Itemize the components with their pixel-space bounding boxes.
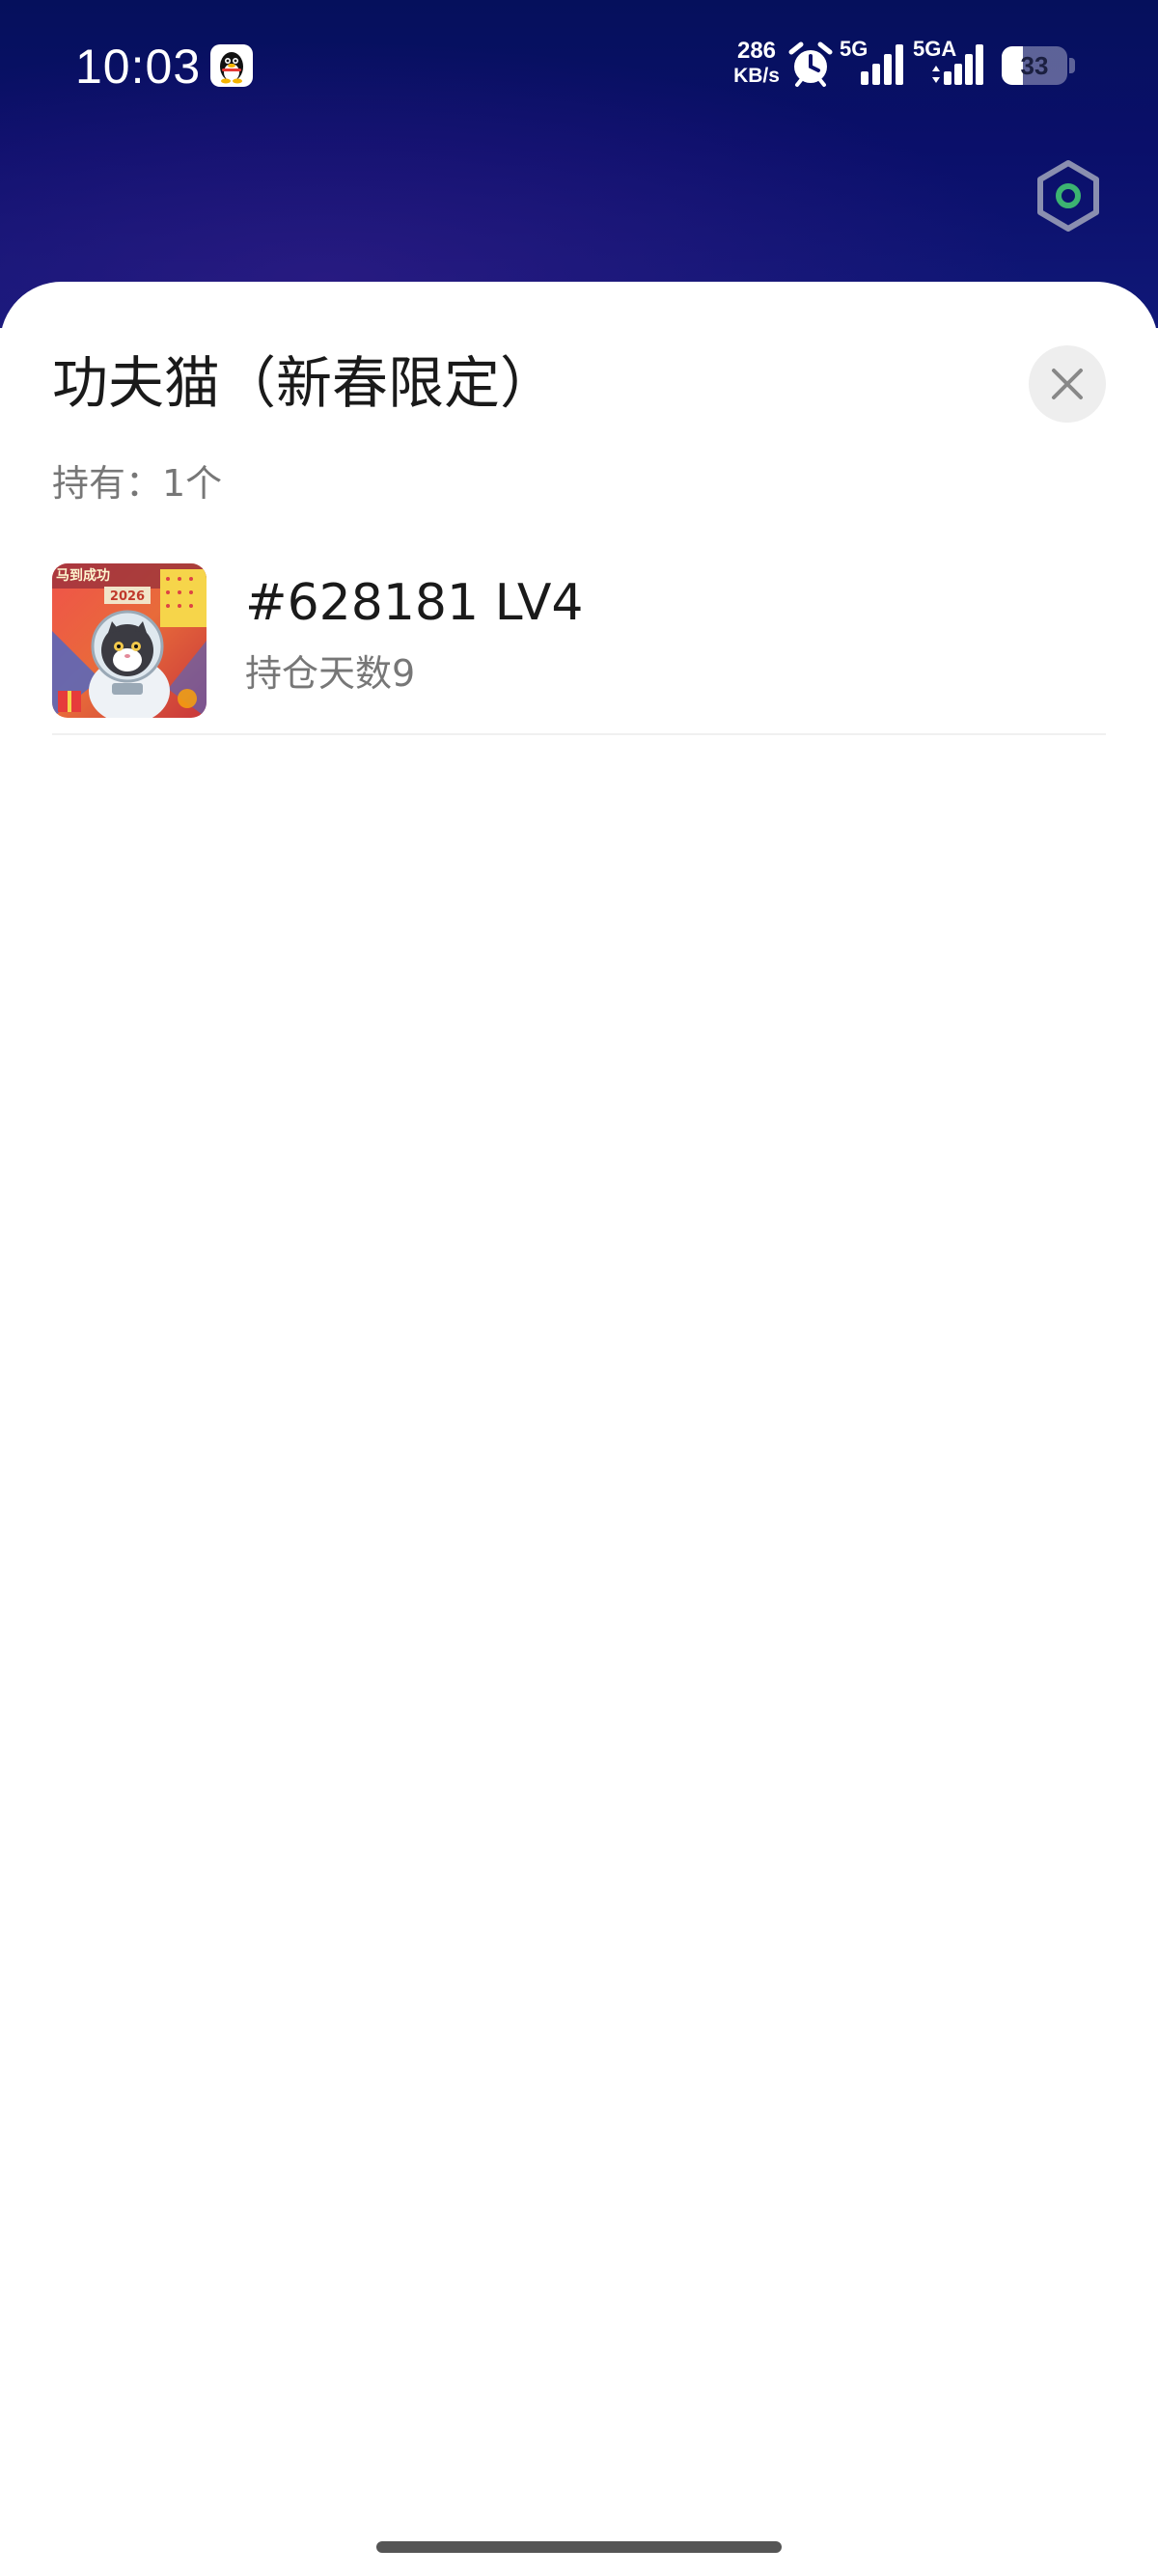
item-hold-days: 持仓天数9 <box>245 652 416 695</box>
battery-percent: 33 <box>1020 51 1049 80</box>
network-speed: 286 KB/s <box>726 39 787 89</box>
astronaut-cat-image: 2026 马到成功 <box>52 563 207 718</box>
status-time: 10:03 <box>75 40 202 94</box>
list-item[interactable]: 2026 马到成功 #628181 LV4 持仓天数9 <box>52 563 1106 735</box>
status-bar: 10:03 286 KB/s 5G 5GA 33 <box>0 0 1158 135</box>
thumb-year: 2026 <box>110 589 145 604</box>
close-icon <box>1052 369 1083 399</box>
signal-strength-icon <box>853 39 907 87</box>
close-button[interactable] <box>1029 345 1106 423</box>
alarm-clock-icon <box>787 41 834 89</box>
home-indicator[interactable] <box>376 2541 782 2553</box>
network-speed-value: 286 <box>736 38 777 64</box>
holding-count: 持有：1个 <box>52 462 223 505</box>
network-speed-unit: KB/s <box>733 65 780 87</box>
thumb-badge: 马到成功 <box>56 567 110 584</box>
battery-indicator: 33 <box>1002 46 1075 85</box>
hexagon-settings-icon[interactable] <box>1031 158 1106 233</box>
sheet-title: 功夫猫（新春限定） <box>52 350 557 416</box>
battery-cap <box>1069 58 1075 73</box>
signal-strength-icon <box>928 39 988 87</box>
battery-icon: 33 <box>1002 46 1067 85</box>
bottom-sheet: 功夫猫（新春限定） 持有：1个 2026 马到成功 #628181 LV4 持仓… <box>0 282 1158 2576</box>
qq-penguin-icon <box>210 44 253 87</box>
item-id-level: #628181 LV4 <box>245 574 584 632</box>
